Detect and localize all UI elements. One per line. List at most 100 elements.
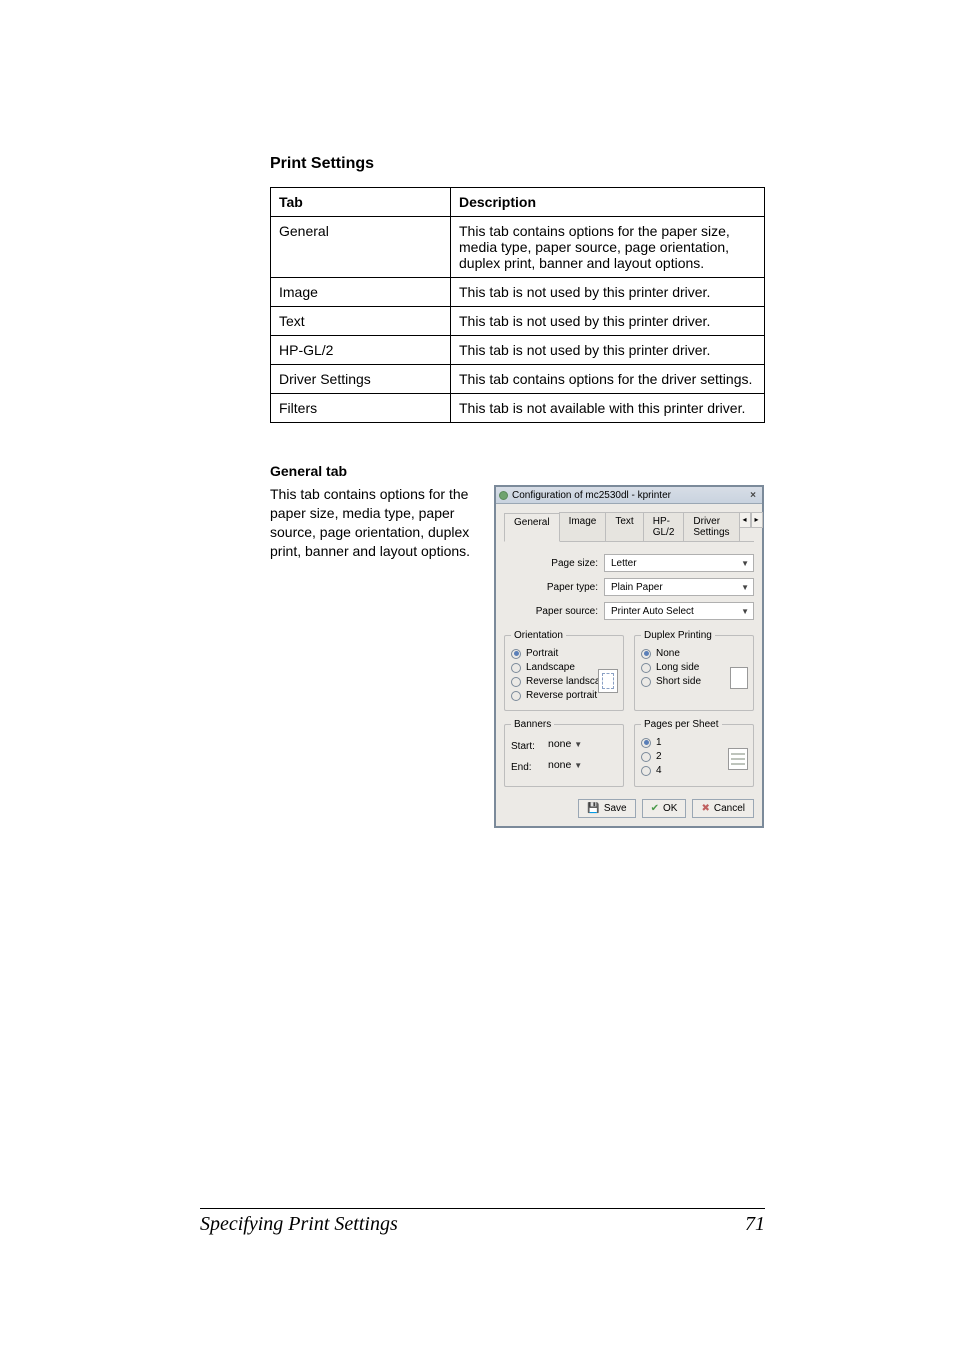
radio-icon	[511, 677, 521, 687]
paper-type-label: Paper type:	[504, 582, 604, 593]
radio-icon	[641, 752, 651, 762]
table-row: HP-GL/2 This tab is not used by this pri…	[271, 336, 765, 365]
radio-label: 2	[656, 751, 662, 762]
banners-group: Banners Start: none ▼ End: none	[504, 719, 624, 787]
table-header-desc: Description	[451, 188, 765, 217]
save-button[interactable]: 💾 Save	[578, 799, 635, 818]
radio-label: 4	[656, 765, 662, 776]
cell-tab: General	[271, 217, 451, 278]
dialog-tabs: General Image Text HP-GL/2 Driver Settin…	[504, 512, 754, 542]
orientation-legend: Orientation	[511, 630, 566, 641]
cell-tab: Text	[271, 307, 451, 336]
radio-icon	[511, 649, 521, 659]
banner-start-label: Start:	[511, 741, 543, 752]
cancel-label: Cancel	[714, 803, 745, 814]
chevron-down-icon: ▼	[741, 607, 749, 616]
radio-icon	[511, 663, 521, 673]
chevron-down-icon: ▼	[574, 761, 582, 770]
save-label: Save	[604, 803, 627, 814]
ok-button[interactable]: ✔ OK	[642, 799, 687, 818]
cell-tab: Image	[271, 278, 451, 307]
radio-pages-1[interactable]: 1	[641, 737, 747, 748]
radio-label: Portrait	[526, 648, 558, 659]
radio-label: Short side	[656, 676, 701, 687]
radio-label: Reverse portrait	[526, 690, 597, 701]
duplex-preview-icon	[730, 667, 748, 689]
banner-start-value: none	[548, 738, 571, 750]
radio-icon	[641, 677, 651, 687]
orientation-group: Orientation Portrait Landscape Reverse l…	[504, 630, 624, 711]
save-icon: 💾	[587, 803, 599, 814]
tab-general[interactable]: General	[504, 513, 560, 542]
paper-source-select[interactable]: Printer Auto Select ▼	[604, 602, 754, 620]
table-row: Image This tab is not used by this print…	[271, 278, 765, 307]
ok-label: OK	[663, 803, 677, 814]
cell-tab: Driver Settings	[271, 365, 451, 394]
cancel-icon: ✖	[701, 803, 709, 814]
cell-tab: HP-GL/2	[271, 336, 451, 365]
radio-label: Landscape	[526, 662, 575, 673]
pages-legend: Pages per Sheet	[641, 719, 722, 730]
cell-desc: This tab contains options for the driver…	[451, 365, 765, 394]
table-row: General This tab contains options for th…	[271, 217, 765, 278]
cell-desc: This tab is not used by this printer dri…	[451, 336, 765, 365]
footer-page-number: 71	[745, 1213, 765, 1236]
tab-image[interactable]: Image	[559, 512, 607, 541]
paper-type-select[interactable]: Plain Paper ▼	[604, 578, 754, 596]
banners-legend: Banners	[511, 719, 554, 730]
duplex-legend: Duplex Printing	[641, 630, 715, 641]
radio-label: Long side	[656, 662, 699, 673]
page-size-label: Page size:	[504, 558, 604, 569]
chevron-down-icon: ▼	[741, 583, 749, 592]
duplex-group: Duplex Printing None Long side Short sid…	[634, 630, 754, 711]
print-settings-table: Tab Description General This tab contain…	[270, 187, 765, 423]
paper-source-value: Printer Auto Select	[611, 606, 694, 617]
cell-desc: This tab is not used by this printer dri…	[451, 278, 765, 307]
table-row: Driver Settings This tab contains option…	[271, 365, 765, 394]
dialog-title-text: Configuration of mc2530dl - kprinter	[512, 490, 671, 501]
banner-end-label: End:	[511, 762, 543, 773]
radio-icon	[641, 766, 651, 776]
banner-start-select[interactable]: none ▼	[548, 738, 617, 755]
subsection-text: This tab contains options for the paper …	[270, 485, 482, 828]
orientation-preview-icon	[598, 669, 618, 693]
tab-driver-settings[interactable]: Driver Settings	[683, 512, 739, 541]
banner-end-select[interactable]: none ▼	[548, 759, 617, 776]
table-row: Text This tab is not used by this printe…	[271, 307, 765, 336]
radio-icon	[641, 663, 651, 673]
cell-desc: This tab is not available with this prin…	[451, 394, 765, 423]
paper-type-value: Plain Paper	[611, 582, 663, 593]
dialog-titlebar: Configuration of mc2530dl - kprinter ×	[496, 487, 762, 504]
cell-desc: This tab is not used by this printer dri…	[451, 307, 765, 336]
radio-icon	[641, 649, 651, 659]
tab-hpgl2[interactable]: HP-GL/2	[643, 512, 685, 541]
page-size-value: Letter	[611, 558, 637, 569]
pages-preview-icon	[728, 748, 748, 770]
tabs-scroll-right-icon[interactable]: ▸	[751, 512, 763, 528]
footer-title: Specifying Print Settings	[200, 1213, 398, 1236]
window-menu-icon[interactable]	[499, 491, 508, 500]
table-header-tab: Tab	[271, 188, 451, 217]
check-icon: ✔	[651, 803, 659, 814]
pages-per-sheet-group: Pages per Sheet 1 2 4	[634, 719, 754, 787]
radio-icon	[511, 691, 521, 701]
table-row: Filters This tab is not available with t…	[271, 394, 765, 423]
radio-portrait[interactable]: Portrait	[511, 648, 617, 659]
banner-end-value: none	[548, 759, 571, 771]
tab-text[interactable]: Text	[605, 512, 643, 541]
page-footer: Specifying Print Settings 71	[200, 1208, 765, 1236]
radio-label: None	[656, 648, 680, 659]
page-size-select[interactable]: Letter ▼	[604, 554, 754, 572]
cell-tab: Filters	[271, 394, 451, 423]
print-dialog: Configuration of mc2530dl - kprinter × G…	[494, 485, 764, 828]
paper-source-label: Paper source:	[504, 606, 604, 617]
chevron-down-icon: ▼	[741, 559, 749, 568]
cancel-button[interactable]: ✖ Cancel	[692, 799, 754, 818]
radio-duplex-none[interactable]: None	[641, 648, 747, 659]
radio-icon	[641, 738, 651, 748]
close-icon[interactable]: ×	[747, 490, 759, 501]
radio-label: 1	[656, 737, 662, 748]
subsection-title: General tab	[270, 463, 765, 479]
cell-desc: This tab contains options for the paper …	[451, 217, 765, 278]
tabs-scroll-left-icon[interactable]: ◂	[739, 512, 751, 528]
